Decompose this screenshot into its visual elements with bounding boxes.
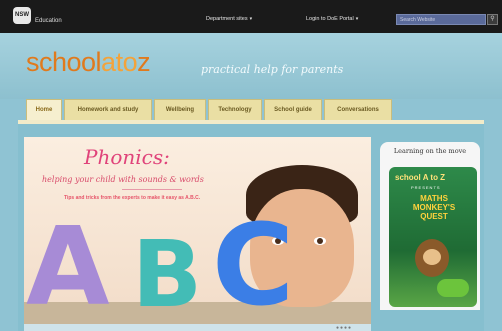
nsw-logo[interactable]: NSW — [13, 7, 31, 24]
tab-school-guide[interactable]: School guide — [264, 99, 322, 120]
snake-illustration — [437, 279, 469, 297]
brand-part-z: z — [137, 47, 151, 77]
game-logo: school A to Z — [395, 173, 446, 182]
site-logo[interactable]: schoolatoz — [26, 47, 151, 78]
tab-wellbeing[interactable]: Wellbeing — [154, 99, 206, 120]
carousel-dots[interactable]: ●●●● — [336, 325, 352, 331]
brand-part-ato: ato — [101, 47, 138, 77]
search-input[interactable]: Search Website — [396, 14, 486, 25]
tab-home[interactable]: Home — [26, 99, 62, 120]
letter-a: A — [26, 205, 110, 324]
search-button[interactable]: ⚲ — [487, 14, 498, 25]
department-sites-label: Department sites — [206, 16, 248, 22]
letter-b: B — [132, 221, 203, 324]
child-eye-right — [314, 237, 326, 245]
hero-title: Phonics: — [84, 145, 170, 169]
department-sites-menu[interactable]: Department sites ▾ — [206, 16, 252, 22]
sidebar-heading: Learning on the move — [380, 142, 480, 160]
letter-c: C — [212, 201, 295, 324]
tab-homework-and-study[interactable]: Homework and study — [64, 99, 152, 120]
org-label: Education — [35, 18, 62, 24]
brand-part-school: school — [26, 47, 102, 77]
tab-technology[interactable]: Technology — [208, 99, 262, 120]
game-promo-image[interactable]: school A to Z PRESENTS MATHS MONKEY'S QU… — [389, 167, 477, 307]
login-portal-label: Login to DoE Portal — [306, 16, 354, 22]
game-title: MATHS MONKEY'S QUEST — [412, 194, 456, 221]
hero-banner[interactable]: Phonics: helping your child with sounds … — [24, 137, 371, 324]
top-bar: NSW Education Department sites ▾ Login to… — [0, 0, 502, 33]
site-tagline: practical help for parents — [201, 63, 344, 76]
monkey-illustration — [415, 239, 449, 277]
hero-tips: Tips and tricks from the experts to make… — [64, 195, 201, 201]
game-presents: PRESENTS — [411, 185, 441, 190]
search-icon: ⚲ — [490, 16, 495, 22]
chevron-down-icon: ▾ — [249, 16, 253, 22]
tab-conversations[interactable]: Conversations — [324, 99, 392, 120]
chevron-down-icon: ▾ — [355, 16, 359, 22]
login-portal-menu[interactable]: Login to DoE Portal ▾ — [306, 16, 358, 22]
hero-divider — [122, 189, 182, 190]
hero-caption-bar — [24, 324, 371, 331]
hero-subtitle: helping your child with sounds & words — [42, 175, 204, 184]
